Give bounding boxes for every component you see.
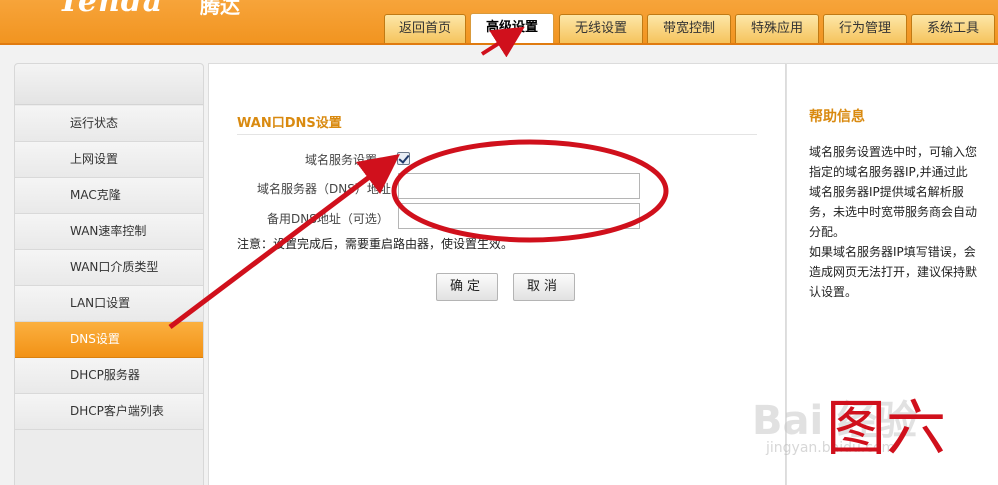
cancel-button[interactable]: 取消: [513, 273, 575, 301]
secondary-dns-label: 备用DNS地址（可选）: [267, 212, 389, 226]
router-admin-page: { "brand": { "logo": "Tenda", "logo_cn":…: [0, 0, 998, 485]
tab-home[interactable]: 返回首页: [384, 14, 466, 44]
brand-cn-name: 腾达: [200, 0, 240, 18]
section-title: WAN口DNS设置: [237, 116, 342, 131]
main-panel: WAN口DNS设置 域名服务设置 域名服务器（DNS）地址 备用DNS地址（可选…: [208, 63, 786, 485]
primary-dns-label: 域名服务器（DNS）地址: [257, 182, 391, 196]
tenda-logo: Tenda: [58, 0, 164, 19]
header-divider: [0, 43, 998, 45]
tab-system-tools[interactable]: 系统工具: [911, 14, 995, 44]
dns-enable-checkbox[interactable]: [397, 152, 410, 165]
figure-label: 图六: [826, 394, 946, 464]
section-divider: [237, 134, 757, 135]
dns-enable-label: 域名服务设置: [305, 153, 378, 167]
sidebar-item-dhcp-server[interactable]: DHCP服务器: [15, 358, 203, 394]
tab-behavior-management[interactable]: 行为管理: [823, 14, 907, 44]
sidebar-item-lan-settings[interactable]: LAN口设置: [15, 286, 203, 322]
sidebar-item-internet-settings[interactable]: 上网设置: [15, 142, 203, 178]
tab-advanced-settings[interactable]: 高级设置: [470, 13, 554, 44]
primary-dns-input[interactable]: [398, 173, 640, 199]
secondary-dns-input[interactable]: [398, 203, 640, 229]
sidebar: 运行状态 上网设置 MAC克隆 WAN速率控制 WAN口介质类型 LAN口设置 …: [14, 63, 204, 485]
ok-button[interactable]: 确定: [436, 273, 498, 301]
help-title: 帮助信息: [809, 109, 865, 125]
sidebar-item-run-status[interactable]: 运行状态: [15, 106, 203, 142]
sidebar-item-mac-clone[interactable]: MAC克隆: [15, 178, 203, 214]
restart-note: 注意：设置完成后，需要重启路由器，使设置生效。: [237, 237, 514, 251]
sidebar-item-wan-speed[interactable]: WAN速率控制: [15, 214, 203, 250]
sidebar-item-dhcp-client-list[interactable]: DHCP客户端列表: [15, 394, 203, 430]
sidebar-header: [15, 64, 203, 105]
sidebar-item-wan-media-type[interactable]: WAN口介质类型: [15, 250, 203, 286]
top-header: Tenda 腾达 返回首页 高级设置 无线设置 带宽控制 特殊应用 行为管理 系…: [0, 0, 998, 45]
tab-bandwidth-control[interactable]: 带宽控制: [647, 14, 731, 44]
sidebar-item-dns-settings[interactable]: DNS设置: [15, 322, 203, 358]
help-text: 域名服务设置选中时，可输入您指定的域名服务器IP,并通过此域名服务器IP提供域名…: [809, 145, 978, 299]
tab-special-apps[interactable]: 特殊应用: [735, 14, 819, 44]
tab-wireless-settings[interactable]: 无线设置: [559, 14, 643, 44]
